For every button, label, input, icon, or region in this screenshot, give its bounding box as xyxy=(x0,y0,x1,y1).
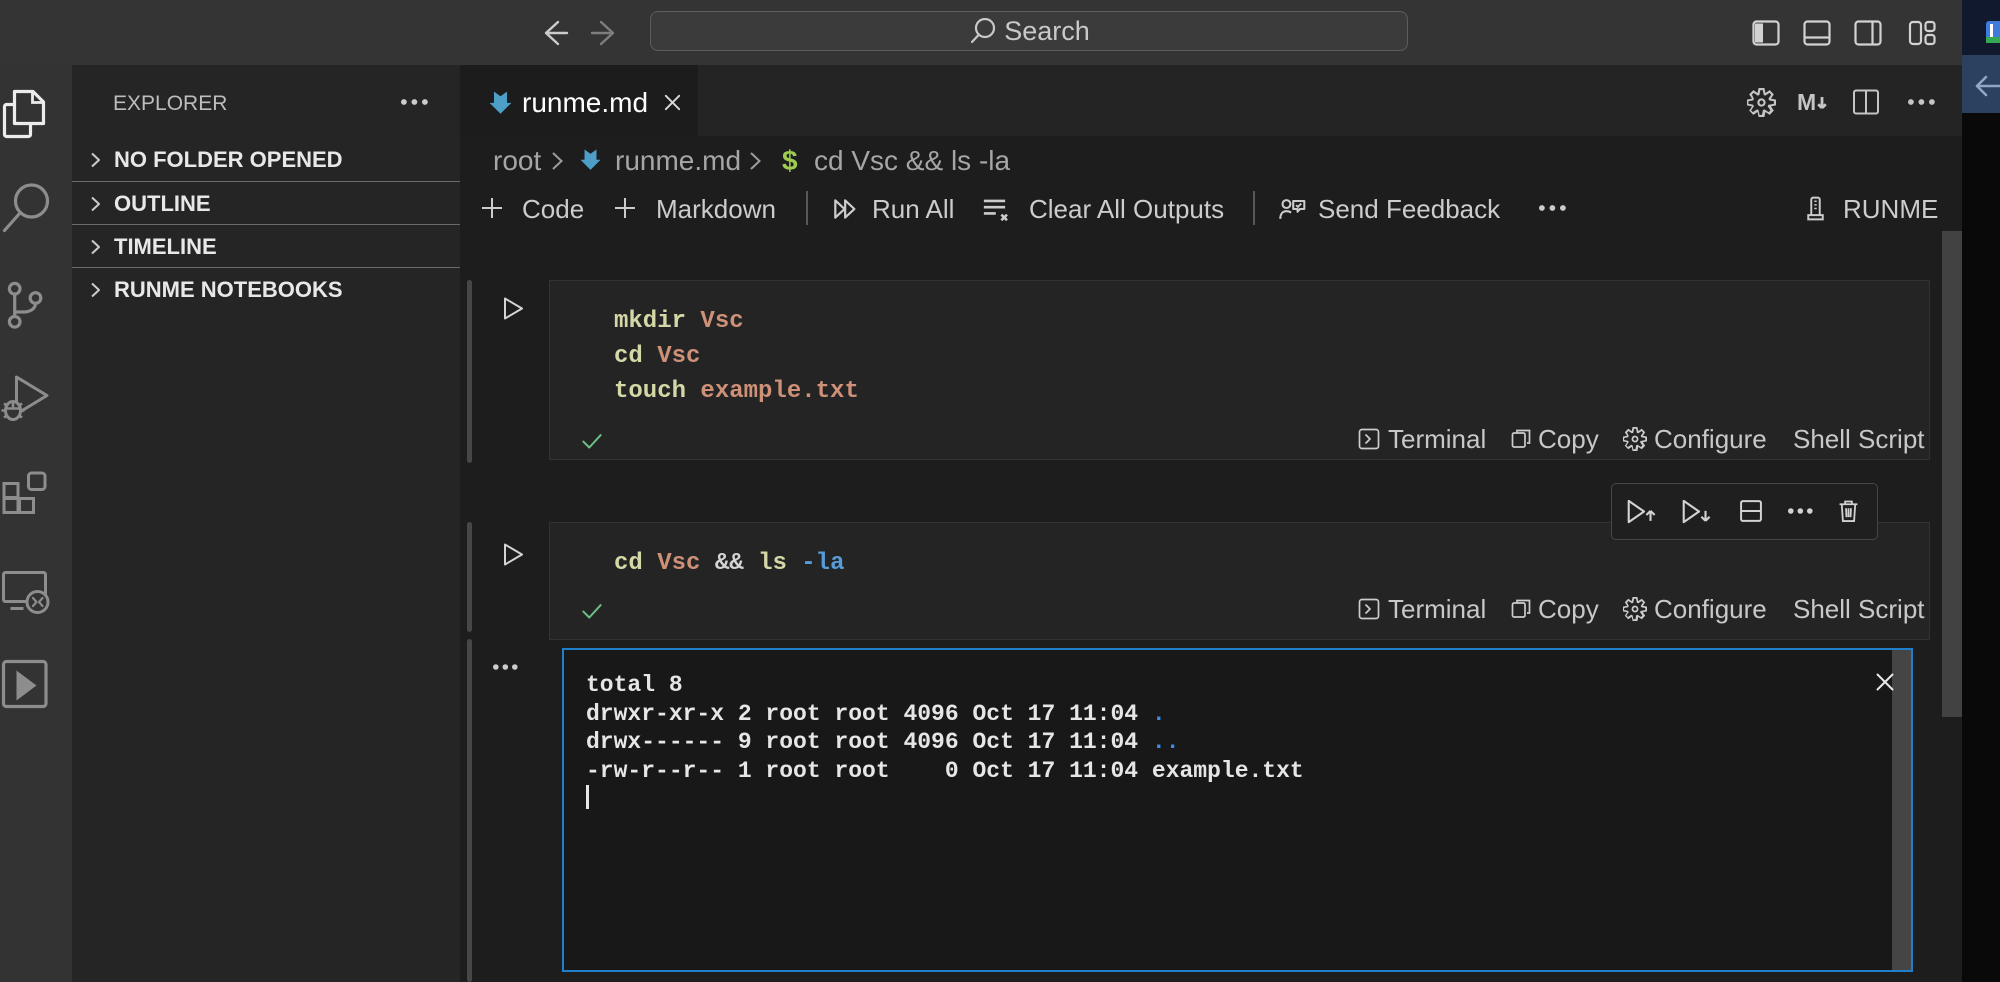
svg-text:M: M xyxy=(1797,89,1816,115)
